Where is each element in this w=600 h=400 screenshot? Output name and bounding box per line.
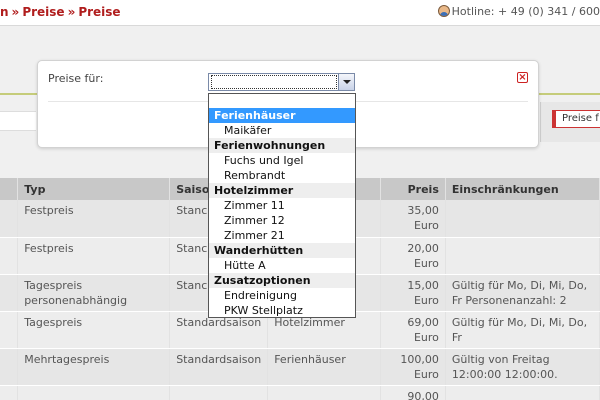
dropdown-option[interactable]: Maikäfer (209, 123, 355, 138)
prices-for-label: Preise für: (48, 72, 104, 85)
dropdown-option[interactable]: Rembrandt (209, 168, 355, 183)
dropdown-option[interactable]: Endreinigung (209, 288, 355, 303)
close-icon[interactable]: × (517, 72, 528, 83)
table-cell-price: 35,00 Euro (380, 200, 446, 238)
column-header-restrictions[interactable]: Einschränkungen (445, 178, 600, 200)
table-cell (0, 237, 19, 275)
person-icon (437, 5, 450, 17)
dropdown-option[interactable]: Zimmer 12 (209, 213, 355, 228)
table-cell-restrictions (445, 237, 600, 275)
table-cell-restrictions: Gültig für Mo, Di, Mi, Do, Fr Personenan… (445, 274, 600, 312)
dropdown-option[interactable]: PKW Stellplatz (209, 303, 355, 317)
table-cell-restrictions: Gültig von Freitag 12:00:00 12:00:00. (445, 348, 600, 386)
prices-for-button[interactable]: Preise f (552, 110, 600, 128)
dropdown-option[interactable]: Fuchs und Igel (209, 153, 355, 168)
dropdown-option[interactable]: Zimmer 11 (209, 198, 355, 213)
breadcrumb: n» Preise» Preise (0, 5, 121, 19)
table-cell-restrictions (445, 385, 600, 400)
breadcrumb-separator: » (11, 5, 20, 19)
dropdown-group-header[interactable]: Zusatzoptionen (209, 273, 355, 288)
dropdown-group-header[interactable]: Ferienhäuser (209, 108, 355, 123)
prices-for-dropdown-list[interactable]: Ferienhäuser Maikäfer Ferienwohnungen Fuchs… (208, 93, 356, 318)
breadcrumb-separator: » (67, 5, 76, 19)
table-row[interactable]: 90,00 (0, 385, 600, 400)
table-cell-type: Tagespreis (17, 311, 171, 349)
table-cell-price: 20,00 Euro (380, 237, 446, 275)
dropdown-option[interactable]: Hütte A (209, 258, 355, 273)
column-header[interactable] (0, 178, 19, 200)
table-cell (0, 311, 19, 349)
table-cell-unit: Ferienhäuser (267, 348, 381, 386)
table-cell-type: Festpreis (17, 200, 171, 238)
prices-for-select[interactable] (208, 73, 355, 91)
table-cell-season (169, 385, 269, 400)
table-cell-type: Mehrtagespreis (17, 348, 171, 386)
dropdown-option[interactable]: Zimmer 21 (209, 228, 355, 243)
hotline-text: Hotline: + 49 (0) 341 / 600 (451, 5, 600, 18)
column-header-price[interactable]: Preis (380, 178, 446, 200)
table-cell-type: Festpreis (17, 237, 171, 275)
chevron-down-icon[interactable] (338, 74, 354, 90)
table-cell-restrictions (445, 200, 600, 238)
hotline: Hotline: + 49 (0) 341 / 600 (437, 5, 600, 18)
top-bar: n» Preise» Preise Hotline: + 49 (0) 341 / … (0, 0, 600, 26)
table-cell-price: 90,00 (380, 385, 446, 400)
select-value (211, 75, 337, 89)
breadcrumb-item-current[interactable]: Preise (78, 5, 120, 19)
table-row[interactable]: Mehrtagespreis Standardsaison Ferienhäus… (0, 348, 600, 386)
table-cell-type: Tagespreis personenabhängig (17, 274, 171, 312)
table-cell (0, 274, 19, 312)
dropdown-group-header[interactable]: Hotelzimmer (209, 183, 355, 198)
table-cell-restrictions: Gültig für Mo, Di, Mi, Do, Fr (445, 311, 600, 349)
table-cell-price: 15,00 Euro (380, 274, 446, 312)
column-header-type[interactable]: Typ (17, 178, 171, 200)
table-cell-price: 69,00 Euro (380, 311, 446, 349)
breadcrumb-item[interactable]: Preise (22, 5, 64, 19)
table-cell (0, 385, 19, 400)
dropdown-empty-option[interactable] (209, 94, 355, 108)
table-cell (0, 348, 19, 386)
table-cell-price: 100,00 Euro (380, 348, 446, 386)
table-cell-type (17, 385, 171, 400)
table-cell-season: Standardsaison (169, 348, 269, 386)
table-cell (0, 200, 19, 238)
breadcrumb-item[interactable]: n (0, 5, 9, 19)
dropdown-group-header[interactable]: Ferienwohnungen (209, 138, 355, 153)
toolbar-strip (0, 111, 36, 131)
dropdown-group-header[interactable]: Wanderhütten (209, 243, 355, 258)
table-cell-unit (267, 385, 381, 400)
